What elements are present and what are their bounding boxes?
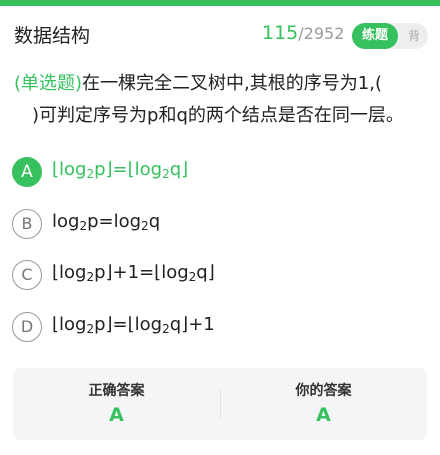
option-d-text: ⌊log2p⌋=⌊log2q⌋+1 bbox=[52, 314, 215, 336]
option-a-marker: A bbox=[12, 157, 42, 187]
question-line-1: 在一棵完全二叉树中,其根的序号为1,( bbox=[82, 73, 382, 94]
option-c-marker: C bbox=[12, 260, 42, 290]
correct-answer-label: 正确答案 bbox=[88, 383, 145, 399]
page-title: 数据结构 bbox=[14, 25, 91, 47]
option-a-text: ⌊log2p⌋=⌊log2q⌋ bbox=[52, 159, 189, 181]
answer-panel: 正确答案 A 你的答案 A bbox=[13, 368, 427, 440]
question-line-2: )可判定序号为p和q的两个结点是否在同一层。 bbox=[32, 105, 404, 126]
header: 数据结构 115/2952 练题 背 bbox=[0, 6, 440, 58]
correct-answer-value: A bbox=[109, 404, 124, 426]
option-b[interactable]: B log2p=log2q bbox=[12, 208, 412, 242]
option-b-marker: B bbox=[12, 209, 42, 239]
option-a[interactable]: A ⌊log2p⌋=⌊log2q⌋ bbox=[12, 156, 412, 190]
mode-practice-button[interactable]: 练题 bbox=[352, 23, 398, 49]
option-c-text: ⌊log2p⌋+1=⌊log2q⌋ bbox=[52, 262, 215, 284]
mode-memorize-button[interactable]: 背 bbox=[402, 23, 426, 49]
current-question-number: 115 bbox=[262, 22, 299, 44]
total-question-count: 2952 bbox=[303, 24, 345, 43]
correct-answer-section: 正确答案 A bbox=[13, 368, 220, 440]
question-type-label: (单选题) bbox=[14, 73, 83, 94]
question-text: (单选题)在一棵完全二叉树中,其根的序号为1,( )可判定序号为p和q的两个结点… bbox=[14, 68, 428, 132]
question-counter: 115/2952 bbox=[262, 22, 344, 44]
mode-toggle[interactable]: 练题 背 bbox=[352, 23, 428, 49]
option-d[interactable]: D ⌊log2p⌋=⌊log2q⌋+1 bbox=[12, 311, 412, 345]
option-d-marker: D bbox=[12, 312, 42, 342]
your-answer-label: 你的答案 bbox=[295, 383, 352, 399]
option-c[interactable]: C ⌊log2p⌋+1=⌊log2q⌋ bbox=[12, 259, 412, 293]
your-answer-value: A bbox=[316, 404, 331, 426]
your-answer-section: 你的答案 A bbox=[220, 368, 427, 440]
option-b-text: log2p=log2q bbox=[52, 211, 161, 233]
